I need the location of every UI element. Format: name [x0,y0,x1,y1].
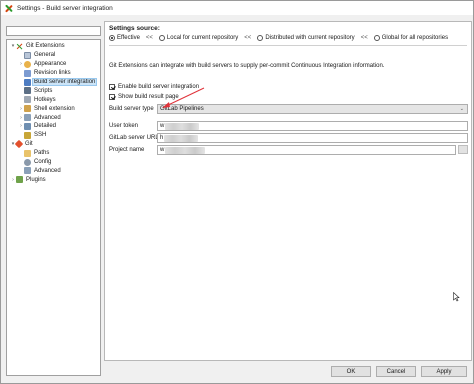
tree-item-label: Plugins [26,176,46,183]
annotation-arrow-icon [162,87,205,108]
shell-extension-icon [24,105,31,113]
ssh-icon [24,131,31,139]
source-local-radio[interactable]: Local for current repository [158,35,238,41]
user-token-label: User token [109,123,139,129]
ok-button[interactable]: OK [331,366,371,377]
settings-source-label: Settings source: [109,25,160,32]
plugins-icon [16,176,23,184]
chevron-down-icon[interactable]: ⌄ [460,106,464,112]
user-token-input[interactable]: w [157,121,468,131]
tree-item-label: Shell extension [34,105,75,112]
tree-item-label: Config [34,159,52,166]
checkbox-checked-icon[interactable] [109,84,115,90]
appearance-icon [24,60,31,68]
build-server-description: Git Extensions can integrate with build … [109,63,385,69]
hotkeys-icon [24,96,31,104]
tree-item-label: Git [25,141,33,148]
tree-item-git[interactable]: ▾ Git [7,139,100,149]
gitlab-server-url-label: GitLab server URL [109,135,159,141]
settings-filter-input[interactable] [6,26,101,36]
tree-item-label: Hotkeys [34,96,56,103]
source-separator: << [244,35,252,41]
scripts-icon [24,87,31,95]
paths-icon [24,149,31,157]
radio-icon[interactable] [257,35,264,41]
tree-item-label: SSH [34,132,47,139]
tree-item-paths[interactable]: Paths [7,149,100,158]
settings-window: Settings - Build server integration ▾ Gi… [0,0,474,384]
advanced-icon [24,167,31,175]
tree-item-build-server-integration[interactable]: Build server integration [7,78,100,87]
tree-item-label: Git Extensions [26,43,65,50]
settings-navigation: ▾ Git Extensions General › Appearance Re… [6,26,101,377]
git-extensions-app-icon [4,4,13,13]
redacted-value [165,146,206,154]
redacted-value [164,134,199,142]
source-separator: << [145,35,153,41]
checkbox-checked-icon[interactable] [109,94,115,100]
tree-item-plugins[interactable]: › Plugins [7,175,100,184]
radio-icon[interactable] [158,35,165,41]
source-effective-radio[interactable]: Effective [109,35,140,41]
build-server-type-label: Build server type [109,106,154,112]
tree-item-label: Advanced [34,114,61,121]
git-icon [14,139,24,149]
build-server-icon [24,78,31,86]
tree-item-label: Paths [34,150,50,157]
project-browse-button[interactable] [458,145,468,154]
tree-item-label: Build server integration [31,78,98,86]
window-title: Settings - Build server integration [17,4,113,12]
tree-item-label: Revision links [34,70,71,77]
tree-item-detailed[interactable]: › Detailed [7,122,100,131]
radio-selected-icon[interactable] [109,35,115,41]
tree-item-label: Advanced [34,167,61,174]
tree-item-git-extensions[interactable]: ▾ Git Extensions [7,42,100,51]
detailed-icon [24,122,31,130]
radio-icon[interactable] [373,35,380,41]
source-separator: << [360,35,368,41]
tree-item-label: Appearance [34,61,67,68]
tree-item-appearance[interactable]: › Appearance [7,60,100,69]
redacted-value [165,122,200,130]
source-global-radio[interactable]: Global for all repositories [373,35,448,41]
tree-item-label: General [34,52,56,59]
cancel-button[interactable]: Cancel [376,366,416,377]
git-extensions-icon [16,43,23,50]
tree-item-hotkeys[interactable]: Hotkeys [7,95,100,104]
tree-item-ssh[interactable]: SSH [7,131,100,140]
gitlab-server-url-input[interactable]: h [157,133,468,143]
project-name-label: Project name [109,147,145,153]
tree-item-shell-extension[interactable]: › Shell extension [7,104,100,113]
tree-item-label: Detailed [34,123,57,130]
tree-item-revision-links[interactable]: Revision links [7,69,100,78]
tree-item-git-advanced[interactable]: Advanced [7,166,100,175]
settings-tree[interactable]: ▾ Git Extensions General › Appearance Re… [6,39,101,376]
tree-item-label: Scripts [34,87,53,94]
config-icon [24,158,31,166]
tree-item-config[interactable]: Config [7,158,100,167]
tree-item-general[interactable]: General [7,51,100,60]
tree-item-advanced[interactable]: › Advanced [7,113,100,122]
tree-item-scripts[interactable]: Scripts [7,86,100,95]
settings-source-options: Effective << Local for current repositor… [109,35,448,41]
source-distributed-radio[interactable]: Distributed with current repository [257,35,355,41]
revision-links-icon [24,69,31,77]
project-name-input[interactable]: w [157,145,456,155]
apply-button[interactable]: Apply [421,366,467,377]
mouse-cursor-icon [453,292,460,302]
title-bar: Settings - Build server integration [1,1,473,15]
general-icon [24,51,31,59]
divider [109,45,467,46]
settings-content: Settings source: Effective << Local for … [104,21,472,361]
advanced-icon [24,114,31,122]
